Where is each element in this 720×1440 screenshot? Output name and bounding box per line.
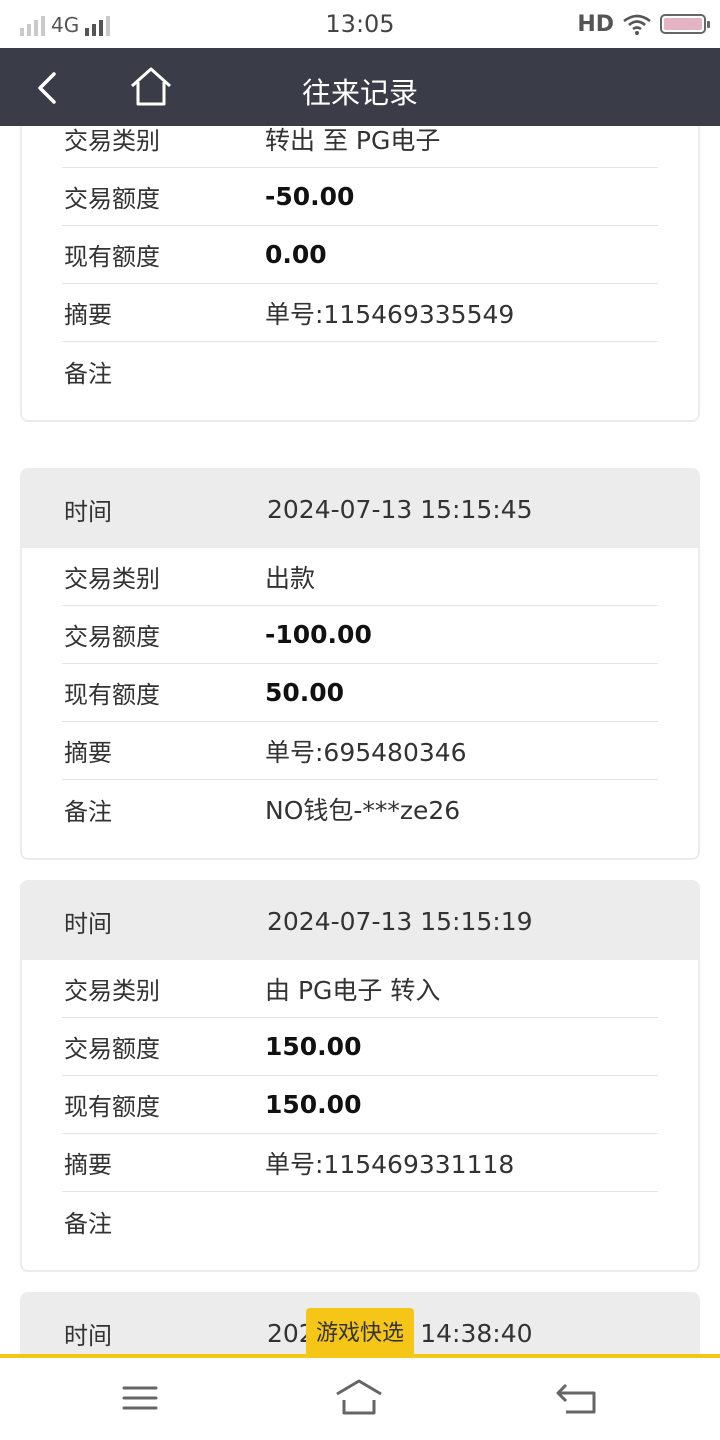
row-label: 摘要 bbox=[64, 739, 112, 767]
transaction-amount: -100.00 bbox=[265, 620, 372, 649]
record-time: 2024-07-13 15:15:45 bbox=[267, 494, 533, 524]
status-right: HD bbox=[577, 11, 710, 37]
record-row: 摘要 单号:115469335549 bbox=[62, 284, 658, 342]
battery-icon bbox=[660, 14, 710, 34]
page-title: 往来记录 bbox=[301, 76, 418, 110]
row-label: 交易额度 bbox=[64, 185, 160, 213]
row-label: 现有额度 bbox=[64, 243, 160, 271]
time-label: 时间 bbox=[64, 909, 112, 938]
records-list[interactable]: 交易类别 转出 至 PG电子 交易额度 -50.00 现有额度 0.00 摘要 … bbox=[0, 126, 720, 1354]
current-balance: 50.00 bbox=[265, 678, 345, 707]
row-label: 备注 bbox=[64, 1209, 112, 1238]
record-row: 交易额度 -100.00 bbox=[62, 606, 658, 664]
row-label: 交易额度 bbox=[64, 1035, 160, 1063]
record-row: 交易类别 转出 至 PG电子 bbox=[62, 126, 658, 168]
row-label: 交易类别 bbox=[64, 565, 160, 593]
record-row: 备注 bbox=[62, 342, 658, 400]
row-label: 备注 bbox=[64, 359, 112, 388]
record-row: 交易额度 -50.00 bbox=[62, 168, 658, 226]
summary-value: 单号:695480346 bbox=[265, 737, 467, 767]
wifi-icon bbox=[623, 14, 651, 35]
row-label: 备注 bbox=[64, 797, 112, 826]
record-card: 时间 2024-07-13 15:15:45 交易类别 出款 交易额度 -100… bbox=[20, 468, 700, 860]
row-label: 摘要 bbox=[64, 1151, 112, 1179]
app-header: 往来记录 bbox=[0, 48, 720, 126]
home-icon[interactable] bbox=[334, 1378, 384, 1418]
transaction-type: 由 PG电子 转入 bbox=[265, 975, 441, 1005]
record-row: 备注 NO钱包-***ze26 bbox=[62, 780, 658, 838]
current-balance: 150.00 bbox=[265, 1090, 362, 1119]
record-row: 现有额度 50.00 bbox=[62, 664, 658, 722]
record-row: 交易额度 150.00 bbox=[62, 1018, 658, 1076]
record-card: 交易类别 转出 至 PG电子 交易额度 -50.00 现有额度 0.00 摘要 … bbox=[20, 126, 700, 422]
row-label: 摘要 bbox=[64, 301, 112, 329]
record-row: 现有额度 0.00 bbox=[62, 226, 658, 284]
hd-indicator: HD bbox=[577, 11, 614, 37]
summary-value: 单号:115469331118 bbox=[265, 1149, 515, 1179]
current-balance: 0.00 bbox=[265, 240, 327, 269]
transaction-type: 出款 bbox=[265, 563, 316, 593]
record-header: 时间 2024-07-13 15:15:45 bbox=[22, 470, 698, 548]
record-row: 交易类别 由 PG电子 转入 bbox=[62, 960, 658, 1018]
game-quick-select-button[interactable]: 游戏快选 bbox=[306, 1308, 414, 1354]
record-row: 摘要 单号:695480346 bbox=[62, 722, 658, 780]
menu-icon[interactable] bbox=[115, 1378, 165, 1418]
record-time: 2024-07-13 15:15:19 bbox=[267, 906, 533, 936]
time-label: 时间 bbox=[64, 1321, 112, 1350]
record-header: 时间 2024-07-13 15:15:19 bbox=[22, 882, 698, 960]
system-nav-bar bbox=[0, 1358, 720, 1440]
record-row: 交易类别 出款 bbox=[62, 548, 658, 606]
back-icon[interactable] bbox=[552, 1378, 602, 1418]
transaction-type: 转出 至 PG电子 bbox=[265, 126, 441, 155]
row-label: 交易类别 bbox=[64, 977, 160, 1005]
record-row: 现有额度 150.00 bbox=[62, 1076, 658, 1134]
record-card: 时间 2024-07-13 15:15:19 交易类别 由 PG电子 转入 交易… bbox=[20, 880, 700, 1272]
transaction-amount: -50.00 bbox=[265, 182, 355, 211]
record-row: 备注 bbox=[62, 1192, 658, 1250]
remark-value: NO钱包-***ze26 bbox=[265, 796, 461, 825]
time-label: 时间 bbox=[64, 497, 112, 526]
transaction-amount: 150.00 bbox=[265, 1032, 362, 1061]
row-label: 现有额度 bbox=[64, 681, 160, 709]
row-label: 现有额度 bbox=[64, 1093, 160, 1121]
row-label: 交易额度 bbox=[64, 623, 160, 651]
status-bar: 4G 13:05 HD bbox=[0, 0, 720, 48]
summary-value: 单号:115469335549 bbox=[265, 299, 515, 329]
record-row: 摘要 单号:115469331118 bbox=[62, 1134, 658, 1192]
row-label: 交易类别 bbox=[64, 127, 160, 155]
